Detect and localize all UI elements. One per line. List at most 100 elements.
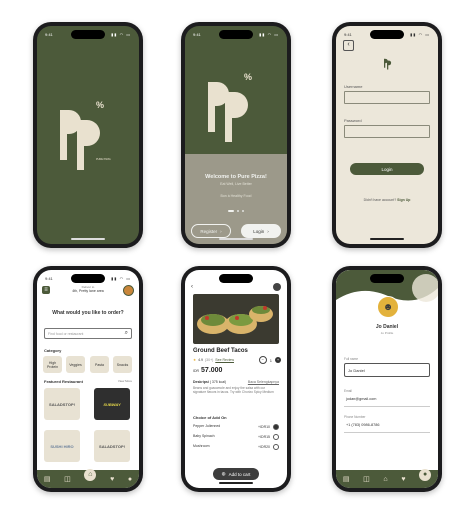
- full-name-field[interactable]: Jo Daniel: [344, 363, 430, 377]
- signup-link[interactable]: Sign Up: [397, 198, 410, 202]
- addon-name: Mushroom: [193, 444, 210, 448]
- price-currency: IDR: [193, 369, 200, 373]
- read-more-link[interactable]: Baca Selengkapnya: [248, 380, 279, 384]
- description-text: Beans and guacamole and enjoy the salsa …: [193, 386, 274, 395]
- welcome-title: Welcome to Pure Pizza!: [205, 174, 267, 180]
- restaurant-card[interactable]: SUBWAY: [94, 388, 130, 420]
- search-bar[interactable]: Find food or restaurant ⌕: [44, 328, 132, 339]
- cart-icon: ◍: [221, 471, 226, 476]
- password-input[interactable]: [344, 125, 430, 138]
- addon-row[interactable]: Mushroom +IDR20: [193, 444, 279, 450]
- price-row: IDR 57.000: [193, 367, 222, 374]
- plus-icon[interactable]: +: [275, 357, 281, 363]
- radio-icon[interactable]: [273, 424, 279, 430]
- tab-menu-icon[interactable]: ▤: [343, 476, 350, 483]
- logo-tag: PURE PIZZA: [96, 158, 111, 161]
- category-label: Veggies: [69, 362, 82, 367]
- tab-heart-icon[interactable]: ♥: [110, 476, 114, 483]
- status-bar: 9:41 ▮▮ ◠ ▭: [45, 274, 131, 283]
- status-time: 9:41: [344, 32, 352, 37]
- phone-profile: ☻ Jo Daniel Jo Profile Full name Jo Dani…: [332, 266, 442, 492]
- welcome-tagline: Bon à Healthy Food: [220, 194, 252, 198]
- tab-profile-icon[interactable]: ●: [128, 476, 132, 483]
- signup-prompt: Didn't have account? Sign Up: [336, 198, 438, 202]
- phone-detail: ‹ Ground Beef Tacos ★ 4.9 (30+) See Revi…: [181, 266, 291, 492]
- description-header: Deskripsi ( 375 kcal) Baca Selengkapnya: [193, 380, 279, 384]
- radio-icon[interactable]: [273, 434, 279, 440]
- phone-login: 9:41 ▮▮ ◠ ▭ ‹ Username Password Login Di…: [332, 22, 442, 248]
- food-image: [193, 294, 279, 344]
- category-veggies[interactable]: Veggies: [66, 356, 85, 373]
- minus-icon[interactable]: −: [258, 356, 267, 364]
- login-submit-button[interactable]: Login: [350, 163, 424, 175]
- profile-avatar[interactable]: ☻: [377, 296, 399, 318]
- category-label: Pasta: [95, 362, 104, 367]
- restaurant-card[interactable]: SALADSTOP!: [44, 388, 80, 420]
- rating-row: ★ 4.9 (30+) See Review: [193, 358, 234, 362]
- tab-heart-icon[interactable]: ♥: [401, 476, 405, 483]
- status-time: 9:41: [45, 32, 53, 37]
- status-icons: ▮▮ ◠ ▭: [259, 32, 279, 37]
- welcome-subtitle: Eat Well, Live Better: [220, 182, 252, 186]
- back-button[interactable]: ‹: [343, 40, 354, 51]
- quantity-stepper[interactable]: − 1 +: [258, 356, 281, 364]
- phone-divider: [344, 432, 430, 433]
- category-pasta[interactable]: Pasta: [90, 356, 109, 373]
- phone-value[interactable]: +1 (783) 0986-8786: [346, 423, 379, 427]
- addon-name: Pepper Julienned: [193, 424, 221, 428]
- login-button[interactable]: Login ›: [241, 224, 281, 238]
- phone-home: 9:41 ▮▮ ◠ ▭ ≡ Deliver to 4th, Pretty lan…: [33, 266, 143, 492]
- description-kcal: ( 375 kcal): [209, 380, 227, 384]
- category-label: Snacks: [116, 362, 129, 367]
- profile-handle: Jo Profile: [380, 331, 394, 335]
- featured-title: Featured Restaurant: [44, 379, 83, 384]
- dish-title: Ground Beef Tacos: [193, 348, 248, 354]
- brand-logo-small: [384, 58, 392, 70]
- search-input[interactable]: Find food or restaurant: [48, 332, 83, 336]
- category-snacks[interactable]: Snacks: [113, 356, 132, 373]
- email-value[interactable]: jodan@gmail.com: [346, 397, 376, 401]
- username-input[interactable]: [344, 91, 430, 104]
- see-review-link[interactable]: See Review: [215, 358, 234, 362]
- profile-screen: ☻ Jo Daniel Jo Profile Full name Jo Dani…: [336, 270, 438, 488]
- cart-button[interactable]: [273, 283, 281, 291]
- email-label: Email: [344, 389, 352, 393]
- svg-text:%: %: [96, 100, 104, 110]
- full-name-value: Jo Daniel: [348, 367, 365, 373]
- restaurant-card[interactable]: SUSHI HIRO: [44, 430, 80, 462]
- status-time: 9:41: [45, 276, 53, 281]
- email-divider: [344, 406, 430, 407]
- pp-logo-mark: %: [208, 72, 252, 142]
- register-button[interactable]: Register ›: [191, 224, 231, 238]
- chevron-left-icon: ‹: [347, 41, 350, 48]
- status-time: 9:41: [193, 32, 201, 37]
- tab-home-icon[interactable]: ⌂: [383, 476, 387, 483]
- page-indicator: [185, 210, 287, 212]
- pp-logo-mark: %: [60, 100, 104, 170]
- back-button[interactable]: ‹: [191, 284, 193, 290]
- status-bar: 9:41 ▮▮ ◠ ▭: [45, 30, 131, 39]
- phone-label: Phone Number: [344, 415, 366, 419]
- register-label: Register: [200, 228, 218, 234]
- tab-bag-icon[interactable]: ◫: [363, 476, 370, 483]
- home-screen: 9:41 ▮▮ ◠ ▭ ≡ Deliver to 4th, Pretty lan…: [37, 270, 139, 488]
- rating-value: 4.9: [198, 358, 204, 362]
- star-icon: ★: [193, 358, 197, 362]
- svg-text:%: %: [244, 72, 252, 82]
- tab-home-icon[interactable]: ⌂: [84, 469, 97, 481]
- category-high-protein[interactable]: High Protein: [43, 356, 62, 373]
- radio-icon[interactable]: [273, 444, 279, 450]
- tab-menu-icon[interactable]: ▤: [44, 476, 51, 483]
- quantity-value: 1: [269, 357, 272, 363]
- splash-screen: 9:41 ▮▮ ◠ ▭ % PURE PIZZA: [37, 26, 139, 244]
- addon-row[interactable]: Pepper Julienned +IDR10: [193, 424, 279, 430]
- tab-bag-icon[interactable]: ◫: [64, 476, 71, 483]
- tab-profile-icon[interactable]: ●: [419, 469, 432, 481]
- view-more-link[interactable]: View More: [118, 379, 132, 383]
- home-indicator: [219, 482, 253, 484]
- addon-row[interactable]: Baby Spinach +IDR15: [193, 434, 279, 440]
- dynamic-island: [219, 274, 253, 283]
- avatar[interactable]: [123, 285, 134, 296]
- restaurant-card[interactable]: SALADSTOP!: [94, 430, 130, 462]
- add-to-cart-button[interactable]: ◍ Add to cart: [213, 468, 259, 480]
